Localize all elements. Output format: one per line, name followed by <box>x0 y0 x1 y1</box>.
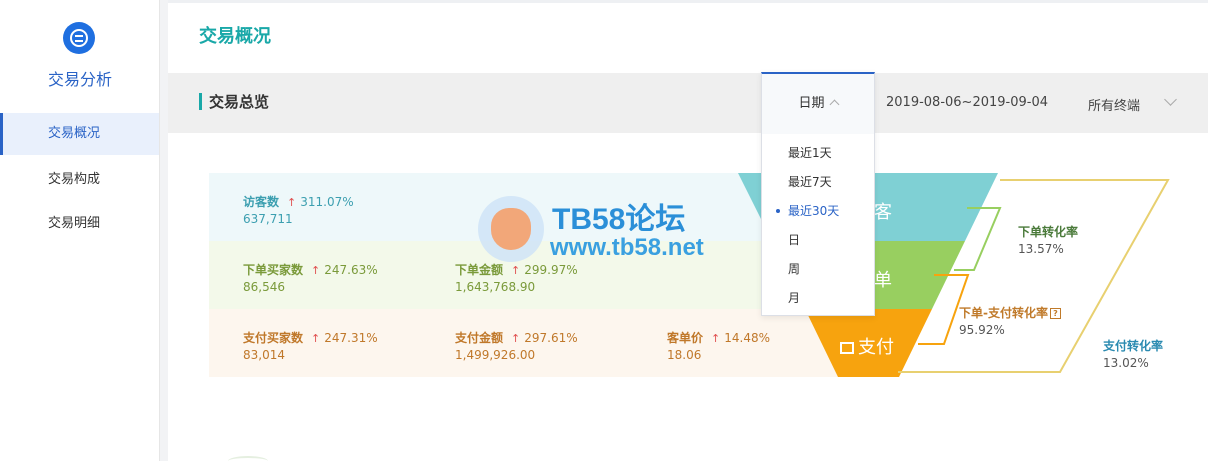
conv-pay-value: 13.02% <box>1103 356 1149 370</box>
date-option-month[interactable]: 月 <box>762 284 874 313</box>
metric-visitors: 访客数 ↑ 311.07% 637,711 <box>243 193 354 226</box>
metric-value: 86,546 <box>243 280 285 294</box>
metric-order-buyers: 下单买家数 ↑ 247.63% 86,546 <box>243 261 378 294</box>
arrow-up-icon: ↑ <box>511 264 521 277</box>
chevron-down-icon[interactable] <box>1164 93 1177 106</box>
metric-label: 下单金额 <box>455 263 504 277</box>
metric-label: 支付买家数 <box>243 331 304 345</box>
main-content: 交易概况 交易总览 2019-08-06~2019-09-04 所有终端 日期 … <box>168 0 1208 461</box>
metric-label: 客单价 <box>667 331 704 345</box>
section-title: 交易总览 <box>209 93 270 111</box>
help-icon[interactable]: ? <box>1049 308 1061 319</box>
metric-change: 297.61% <box>524 331 578 345</box>
conv-order-pay-value: 95.92% <box>959 323 1005 337</box>
date-dropdown[interactable]: 日期 最近1天 最近7天 最近30天 日 周 月 <box>761 72 875 316</box>
funnel-label-pay: 支付 <box>840 333 894 359</box>
bottom-chart-hint <box>228 456 268 461</box>
metric-change: 247.63% <box>324 263 378 277</box>
conv-order: 下单转化率 13.57% <box>1018 223 1078 256</box>
metric-change: 311.07% <box>300 195 354 209</box>
arrow-up-icon: ↑ <box>511 332 521 345</box>
metric-value: 1,499,926.00 <box>455 348 536 362</box>
sidebar-title: 交易分析 <box>47 70 112 89</box>
metric-value: 1,643,768.90 <box>455 280 536 294</box>
chevron-up-icon <box>829 99 839 110</box>
metric-value: 637,711 <box>243 212 293 226</box>
metric-order-amount: 下单金额 ↑ 299.97% 1,643,768.90 <box>455 261 578 294</box>
page-title: 交易概况 <box>199 26 271 47</box>
metric-label: 下单买家数 <box>243 263 304 277</box>
trade-analysis-icon <box>63 22 95 54</box>
watermark-hand-icon <box>491 208 531 250</box>
conv-order-pay: 下单-支付转化率? 95.92% <box>959 304 1061 337</box>
metric-label: 访客数 <box>243 195 280 209</box>
metric-pay-amount: 支付金额 ↑ 297.61% 1,499,926.00 <box>455 329 578 362</box>
funnel-label-visit: 客 <box>874 202 892 223</box>
terminal-select[interactable]: 所有终端 <box>1088 95 1140 114</box>
date-option-1d[interactable]: 最近1天 <box>762 139 874 168</box>
arrow-up-icon: ↑ <box>311 332 321 345</box>
funnel-label-pay-text: 支付 <box>858 337 894 358</box>
arrow-up-icon: ↑ <box>711 332 721 345</box>
top-strip <box>168 0 1208 3</box>
date-dropdown-toggle[interactable]: 日期 <box>762 74 874 134</box>
metric-value: 83,014 <box>243 348 285 362</box>
date-option-week[interactable]: 周 <box>762 255 874 284</box>
watermark-text: TB58论坛 <box>552 203 686 236</box>
conv-order-label: 下单转化率 <box>1018 225 1079 239</box>
arrow-up-icon: ↑ <box>311 264 321 277</box>
metric-label: 支付金额 <box>455 331 504 345</box>
date-option-30d[interactable]: 最近30天 <box>762 197 874 226</box>
date-option-day[interactable]: 日 <box>762 226 874 255</box>
funnel-label-order: 单 <box>874 270 892 291</box>
sidebar-item-overview[interactable]: 交易概况 <box>0 113 159 155</box>
conv-order-pay-label: 下单-支付转化率 <box>959 306 1048 320</box>
watermark-url: www.tb58.net <box>550 234 704 261</box>
conv-pay: 支付转化率 13.02% <box>1103 337 1163 370</box>
date-range: 2019-08-06~2019-09-04 <box>886 95 1048 110</box>
conv-pay-label: 支付转化率 <box>1103 339 1164 353</box>
wallet-icon <box>840 342 854 354</box>
section-marker <box>199 93 202 110</box>
arrow-up-icon: ↑ <box>287 196 297 209</box>
date-option-7d[interactable]: 最近7天 <box>762 168 874 197</box>
sidebar: 交易分析 交易概况 交易构成 交易明细 <box>0 0 160 461</box>
sidebar-item-composition[interactable]: 交易构成 <box>0 159 159 201</box>
metric-pay-buyers: 支付买家数 ↑ 247.31% 83,014 <box>243 329 378 362</box>
metric-change: 299.97% <box>524 263 578 277</box>
date-dropdown-label: 日期 <box>798 96 825 111</box>
sidebar-item-details[interactable]: 交易明细 <box>0 203 159 245</box>
metric-change: 247.31% <box>324 331 378 345</box>
conv-order-value: 13.57% <box>1018 242 1064 256</box>
section-header: 交易总览 2019-08-06~2019-09-04 所有终端 <box>168 73 1208 133</box>
